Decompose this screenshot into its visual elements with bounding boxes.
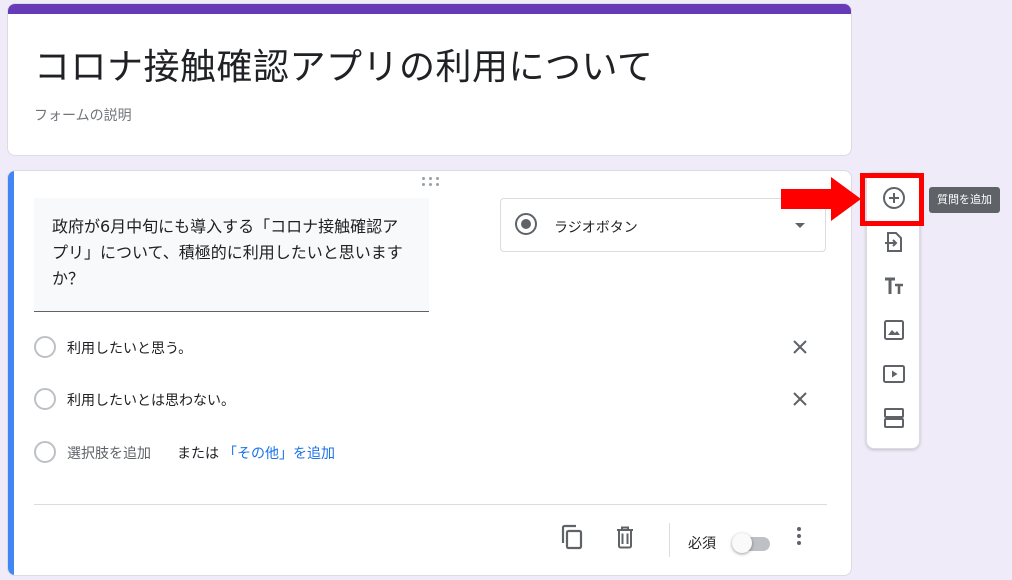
add-circle-icon (883, 187, 905, 209)
radio-circle-icon (34, 388, 56, 410)
more-vert-icon (791, 527, 807, 545)
side-toolbar (866, 172, 920, 449)
active-card-indicator (8, 171, 14, 575)
add-option-row: 選択肢を追加 または 「その他」を追加 (34, 439, 814, 465)
chevron-down-icon (795, 223, 805, 228)
add-question-button[interactable] (867, 178, 921, 218)
text-icon (885, 277, 903, 294)
radio-circle-icon (34, 441, 56, 463)
question-title-text: 政府が6月中旬にも導入する「コロナ接触確認アプリ」について、積極的に利用したいと… (52, 217, 403, 288)
required-label: 必須 (688, 536, 716, 552)
add-question-tooltip: 質問を追加 (929, 187, 1000, 213)
close-icon (793, 392, 807, 406)
drag-handle-icon[interactable] (422, 177, 440, 187)
image-icon (884, 320, 904, 340)
remove-option-button[interactable] (789, 336, 811, 358)
radio-button-icon (515, 213, 537, 235)
red-arrow-annotation (781, 177, 861, 221)
trash-icon (617, 526, 633, 549)
radio-circle-icon (34, 336, 56, 358)
toggle-thumb (732, 533, 752, 553)
footer-separator (669, 523, 670, 557)
question-title-field[interactable]: 政府が6月中旬にも導入する「コロナ接触確認アプリ」について、積極的に利用したいと… (34, 198, 429, 312)
add-option-input[interactable]: 選択肢を追加 (67, 443, 151, 463)
video-icon (883, 365, 905, 383)
question-type-dropdown[interactable]: ラジオボタン (500, 198, 826, 252)
required-toggle[interactable] (732, 533, 774, 553)
import-questions-button[interactable] (867, 222, 921, 262)
delete-button[interactable] (611, 523, 639, 551)
add-section-button[interactable] (867, 398, 921, 438)
duplicate-button[interactable] (558, 523, 586, 551)
question-type-label: ラジオボタン (554, 220, 638, 236)
add-other-link[interactable]: 「その他」を追加 (223, 443, 335, 463)
theme-color-bar (8, 4, 851, 14)
add-title-button[interactable] (867, 266, 921, 306)
form-title[interactable]: コロナ接触確認アプリの利用について (34, 38, 653, 90)
question-card[interactable]: 政府が6月中旬にも導入する「コロナ接触確認アプリ」について、積極的に利用したいと… (7, 170, 852, 576)
option-label[interactable]: 利用したいとは思わない。 (67, 390, 235, 410)
add-video-button[interactable] (867, 354, 921, 394)
form-title-card[interactable]: コロナ接触確認アプリの利用について フォームの説明 (7, 3, 852, 156)
import-icon (885, 232, 902, 252)
add-image-button[interactable] (867, 310, 921, 350)
remove-option-button[interactable] (789, 388, 811, 410)
more-options-button[interactable] (791, 525, 807, 549)
footer-divider (34, 504, 827, 505)
or-text: または (177, 446, 219, 462)
copy-icon (561, 524, 583, 550)
option-label[interactable]: 利用したいと思う。 (67, 338, 192, 358)
option-row[interactable]: 利用したいとは思わない。 (34, 386, 814, 412)
form-description-field[interactable]: フォームの説明 (34, 105, 132, 125)
close-icon (793, 340, 807, 354)
section-icon (884, 408, 904, 428)
option-row[interactable]: 利用したいと思う。 (34, 334, 814, 360)
